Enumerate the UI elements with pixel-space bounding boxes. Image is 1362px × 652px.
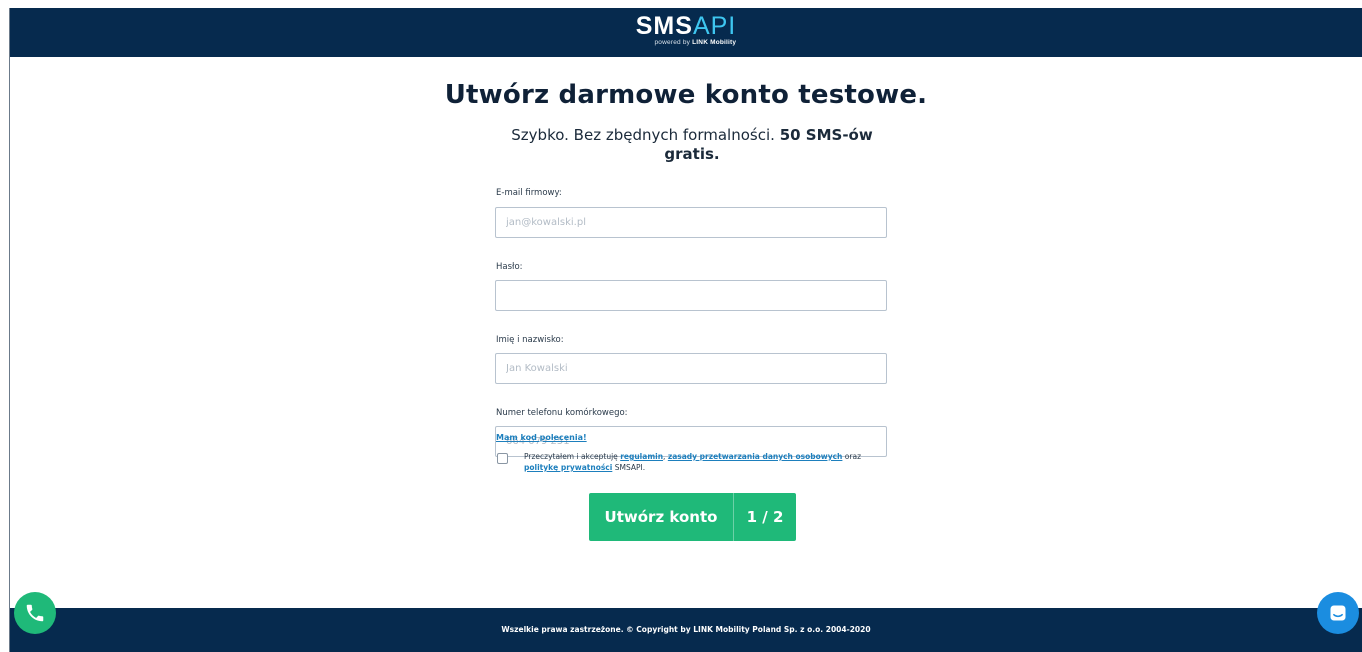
- call-button[interactable]: [14, 592, 56, 634]
- consent-text-3: SMSAPI.: [614, 463, 646, 472]
- consent-text-1: Przeczytałem i akceptuję: [524, 452, 618, 461]
- email-field[interactable]: [495, 207, 887, 238]
- logo-tagline-prefix: powered by: [654, 39, 691, 46]
- consent-sep: ,: [663, 452, 666, 461]
- referral-code-link[interactable]: Mam kod polecenia!: [496, 433, 587, 442]
- name-field[interactable]: [495, 353, 887, 384]
- logo-tagline: powered by LINK Mobility: [636, 39, 736, 46]
- phone-label: Numer telefonu komórkowego:: [496, 408, 628, 418]
- consent-text: Przeczytałem i akceptuję regulamin, zasa…: [524, 451, 884, 473]
- subtitle-text: Szybko. Bez zbędnych formalności.: [511, 126, 775, 144]
- logo-wordmark: SMSAPI: [635, 12, 737, 40]
- step-indicator: 1 / 2: [733, 493, 796, 541]
- password-field[interactable]: [495, 280, 887, 311]
- consent-text-2: oraz: [844, 452, 862, 461]
- page-title: Utwórz darmowe konto testowe.: [444, 80, 928, 110]
- copyright-text: Wszelkie prawa zastrzeżone. © Copyright …: [501, 625, 871, 634]
- logo[interactable]: SMSAPI powered by LINK Mobility: [635, 12, 737, 47]
- phone-icon: [26, 604, 44, 622]
- footer: Wszelkie prawa zastrzeżone. © Copyright …: [10, 608, 1362, 652]
- create-account-button[interactable]: Utwórz konto 1 / 2: [589, 493, 796, 541]
- password-label: Hasło:: [496, 262, 523, 272]
- consent-checkbox[interactable]: [497, 453, 508, 464]
- privacy-policy-link[interactable]: politykę prywatności: [524, 463, 612, 472]
- logo-prefix: SMS: [635, 12, 693, 40]
- terms-link[interactable]: regulamin: [620, 452, 663, 461]
- chat-icon: [1330, 605, 1346, 621]
- logo-accent: API: [692, 12, 737, 40]
- app-frame: SMSAPI powered by LINK Mobility Utwórz d…: [9, 8, 1362, 652]
- name-label: Imię i nazwisko:: [496, 335, 564, 345]
- logo-tagline-brand: LINK Mobility: [692, 39, 737, 46]
- email-label: E-mail firmowy:: [496, 188, 562, 198]
- create-account-label: Utwórz konto: [604, 508, 718, 526]
- page-subtitle: Szybko. Bez zbędnych formalności. 50 SMS…: [502, 126, 882, 164]
- chat-button[interactable]: [1317, 592, 1359, 634]
- top-bar: SMSAPI powered by LINK Mobility: [10, 8, 1362, 57]
- data-processing-link[interactable]: zasady przetwarzania danych osobowych: [668, 452, 843, 461]
